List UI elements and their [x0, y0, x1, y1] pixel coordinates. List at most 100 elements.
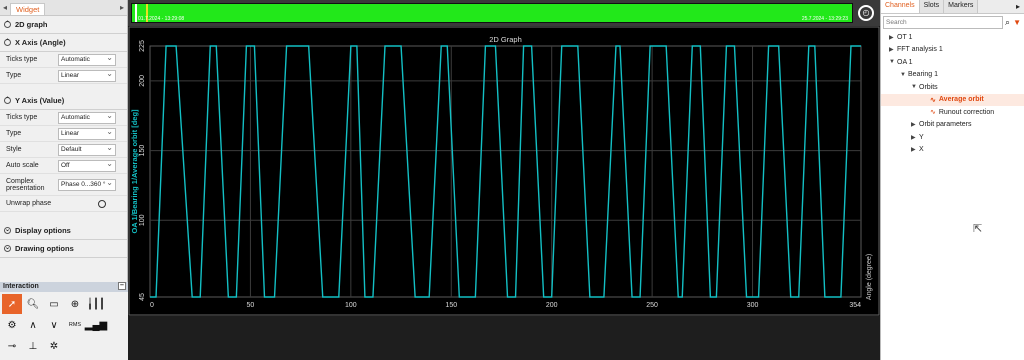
cursor-icon[interactable]: ⊸ [2, 336, 22, 356]
tree-item-average-orbit[interactable]: ∿ Average orbit [881, 93, 1024, 106]
y-tick-label: 45 [139, 293, 146, 301]
pointer-icon[interactable]: ➚ [2, 294, 22, 314]
widget-tabbar: ◂ Widget ▸ [0, 0, 127, 16]
expand-arrow-icon[interactable]: ▶ [889, 34, 897, 41]
scroll-left-icon[interactable]: ◂ [0, 3, 10, 12]
expand-arrow-icon[interactable]: ▶ [911, 146, 919, 153]
section-drawing-options[interactable]: ⌄ Drawing options [0, 240, 127, 258]
signal-icon: ∿ [930, 96, 936, 104]
tree-item-fft-analysis-1[interactable]: ▶ FFT analysis 1 [881, 44, 1024, 57]
tree-item-x[interactable]: ▶ X [881, 144, 1024, 157]
x-type-select[interactable]: Linear [58, 69, 116, 82]
tree-item-y[interactable]: ▶ Y [881, 131, 1024, 144]
search-icon[interactable]: ⌕ [1005, 17, 1010, 28]
timeline-start-handle[interactable] [135, 4, 137, 22]
minimize-icon[interactable]: – [118, 282, 126, 290]
tab-channels[interactable]: Channels [881, 0, 920, 13]
interaction-panel: Interaction – ➚ 🔍︎ ▭ ⊕ ╽┃┃ ⚙ ∧ ∨ RMS ▂▄▆ … [0, 282, 128, 360]
expand-arrow-icon[interactable]: ▼ [900, 72, 908, 78]
y-tick-label: 100 [139, 214, 146, 226]
style-select[interactable]: Default [58, 143, 116, 156]
x-tick-label: 0 [150, 302, 154, 309]
y-axis-label: OA 1/Bearing 1/Average orbit [deg] [130, 109, 139, 234]
auto-scale-select[interactable]: Off [58, 159, 116, 172]
timeline-end: 25.7.2024 - 13:29:23 [801, 16, 848, 22]
y-type-row: Type Linear [0, 126, 127, 142]
complex-presentation-select[interactable]: Phase 0...360 ° [58, 178, 116, 191]
tree-item-label: Orbit parameters [919, 121, 972, 129]
collapse-icon: ⌃ [4, 21, 11, 28]
scroll-right-icon[interactable]: ▸ [117, 3, 127, 12]
tab-widget[interactable]: Widget [10, 2, 46, 15]
tree-item-label: Runout correction [938, 108, 995, 116]
scroll-right-icon[interactable]: ▸ [1012, 0, 1024, 13]
crosshair-icon[interactable]: ⊕ [65, 294, 85, 314]
tab-slots[interactable]: Slots [919, 0, 945, 13]
clock-icon[interactable]: ◴ [858, 5, 874, 21]
timeline-start: 01.7.2024 - 13:29:08 [138, 16, 185, 22]
tree-item-oa-1[interactable]: ▼ OA 1 [881, 56, 1024, 69]
tree-item-orbit-parameters[interactable]: ▶ Orbit parameters [881, 119, 1024, 132]
tree-item-label: Y [919, 133, 924, 141]
x-tick-label: 300 [747, 302, 759, 309]
valley-icon[interactable]: ∨ [44, 315, 64, 335]
y-ticks-type-row: Ticks type Automatic [0, 110, 127, 126]
signal-icon: ∿ [930, 109, 936, 117]
interaction-header: Interaction – [0, 282, 128, 292]
chart[interactable]: 0 50 100 150 200 250 300 354 45 100 150 200 225 2D Gr… [128, 26, 880, 316]
style-row: Style Default [0, 142, 127, 158]
tree-item-orbits[interactable]: ▼ Orbits [881, 81, 1024, 94]
section-x-axis[interactable]: ⌃ X Axis (Angle) [0, 34, 127, 52]
complex-presentation-row: Complex presentation Phase 0...360 ° [0, 174, 127, 196]
search-input[interactable]: Search [883, 16, 1004, 29]
x-tick-label: 150 [445, 302, 457, 309]
section-y-axis[interactable]: ⌃ Y Axis (Value) [0, 92, 127, 110]
tree-item-runout-correction[interactable]: ∿ Runout correction [881, 106, 1024, 119]
filter-icon[interactable]: ▼ [1013, 18, 1021, 27]
tree-item-label: OA 1 [897, 58, 913, 66]
gear-icon[interactable]: ⚙ [2, 315, 22, 335]
channels-panel: Channels Slots Markers ▸ Search ⌕ ▼ ▶ OT … [880, 0, 1024, 360]
tab-markers[interactable]: Markers [944, 0, 979, 13]
rectangle-icon[interactable]: ▭ [44, 294, 64, 314]
bars-icon[interactable]: ╽┃┃ [86, 294, 106, 314]
tree-item-label: OT 1 [897, 33, 913, 41]
x-axis-label: Angle (degree) [866, 254, 873, 300]
empty-area [128, 316, 880, 360]
expand-arrow-icon[interactable]: ▶ [911, 121, 919, 128]
zoom-icon[interactable]: 🔍︎ [23, 294, 43, 314]
histogram-icon[interactable]: ▂▄▆ [85, 315, 107, 335]
channels-tabbar: Channels Slots Markers ▸ [881, 0, 1024, 14]
x-ticks-type-select[interactable]: Automatic [58, 53, 116, 66]
collapse-icon: ⌃ [4, 39, 11, 46]
tool-grid: ➚ 🔍︎ ▭ ⊕ ╽┃┃ ⚙ ∧ ∨ RMS ▂▄▆ ⊸ ⊥ ✲ [0, 292, 128, 358]
rms-icon[interactable]: RMS [65, 315, 85, 335]
expand-arrow-icon[interactable]: ▶ [911, 134, 919, 141]
mouse-cursor-icon: ⇱ [973, 223, 983, 235]
unwrap-phase-radio[interactable] [98, 199, 106, 208]
tree-item-label: Bearing 1 [908, 71, 938, 79]
x-tick-label: 250 [646, 302, 658, 309]
expand-arrow-icon[interactable]: ▼ [889, 59, 897, 65]
expand-arrow-icon[interactable]: ▶ [889, 46, 897, 53]
x-tick-label: 50 [247, 302, 255, 309]
multi-cursor-icon[interactable]: ✲ [44, 336, 64, 356]
y-type-select[interactable]: Linear [58, 127, 116, 140]
auto-scale-row: Auto scale Off [0, 158, 127, 174]
chart-title: 2D Graph [489, 35, 522, 44]
x-tick-label: 354 [849, 302, 861, 309]
tree-item-label: Orbits [919, 83, 938, 91]
y-ticks-type-select[interactable]: Automatic [58, 111, 116, 124]
baseline-icon[interactable]: ⊥ [23, 336, 43, 356]
expand-icon: ⌄ [4, 245, 11, 252]
expand-icon: ⌄ [4, 227, 11, 234]
tree-item-label: Average orbit [938, 96, 984, 104]
x-type-row: Type Linear [0, 68, 127, 84]
section-2d-graph[interactable]: ⌃ 2D graph [0, 16, 127, 34]
section-display-options[interactable]: ⌄ Display options [0, 222, 127, 240]
peak-icon[interactable]: ∧ [23, 315, 43, 335]
tree-item-ot-1[interactable]: ▶ OT 1 [881, 31, 1024, 44]
timeline-range[interactable]: 01.7.2024 - 13:29:08 25.7.2024 - 13:29:2… [131, 3, 853, 23]
tree-item-bearing-1[interactable]: ▼ Bearing 1 [881, 69, 1024, 82]
expand-arrow-icon[interactable]: ▼ [911, 84, 919, 90]
